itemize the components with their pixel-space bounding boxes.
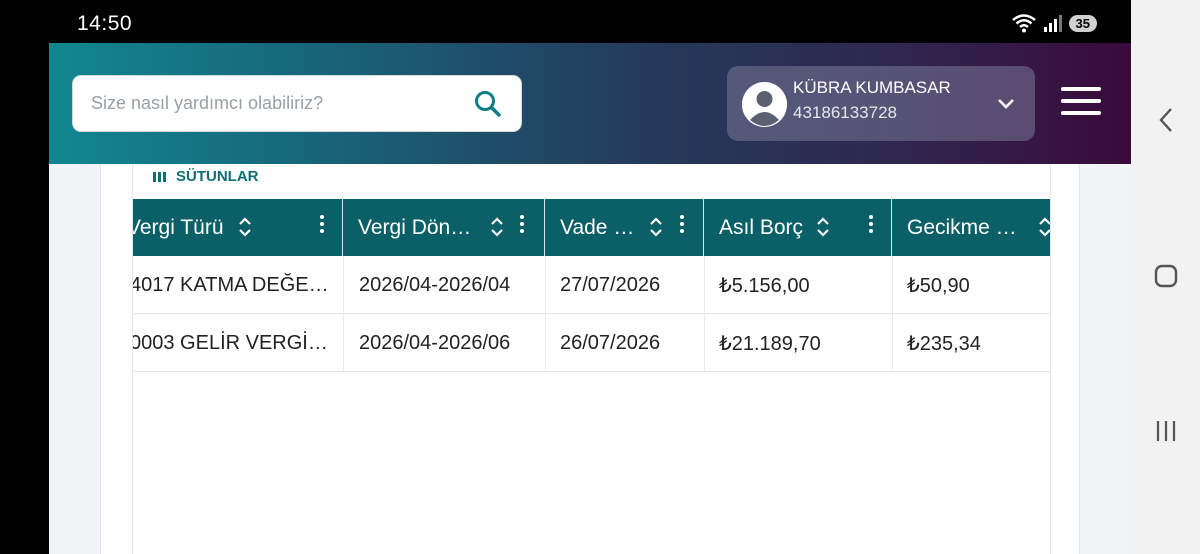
- user-id: 43186133728: [793, 103, 898, 122]
- cell-vade: 27/07/2026: [560, 273, 661, 296]
- cell-asil-borc: ₺21.189,70: [719, 332, 821, 355]
- cell-vergi-donemi: 2026/04-2026/06: [359, 331, 511, 354]
- sort-icon[interactable]: [1037, 215, 1051, 239]
- recents-icon[interactable]: [1151, 416, 1181, 446]
- home-icon[interactable]: [1151, 261, 1181, 291]
- columns-icon: [153, 171, 166, 182]
- column-header-label: Asıl Borç: [719, 215, 804, 239]
- cell-asil-borc: ₺5.156,00: [719, 274, 810, 297]
- sort-icon[interactable]: [815, 215, 831, 239]
- app-header: KÜBRA KUMBASAR 43186133728: [49, 43, 1131, 164]
- signal-icon: [1043, 15, 1062, 32]
- search-box[interactable]: [72, 75, 522, 132]
- cell-vade: 26/07/2026: [560, 331, 661, 354]
- kebab-icon[interactable]: [519, 215, 525, 239]
- cell-gecikme: ₺235,34: [907, 332, 981, 355]
- table-row[interactable]: 0003 GELİR VERGİ… 2026/04-2026/06 26/07/…: [132, 314, 1050, 372]
- menu-icon[interactable]: [1061, 87, 1103, 121]
- wifi-icon: [1011, 14, 1036, 33]
- status-icons: 35: [1011, 13, 1097, 33]
- kebab-icon[interactable]: [679, 215, 685, 239]
- column-header-label: Gecikme …: [907, 215, 1017, 239]
- cell-vergi-donemi: 2026/04-2026/04: [359, 273, 511, 296]
- column-header-label: Vergi Dön…: [358, 215, 472, 239]
- column-header-label: Vade …: [560, 215, 635, 239]
- left-bezel: [0, 0, 49, 554]
- columns-button-label: SÜTUNLAR: [176, 168, 259, 185]
- user-name: KÜBRA KUMBASAR: [793, 78, 951, 97]
- data-table: SÜTUNLAR Vergi Türü Vergi Dön… Vade … As…: [132, 164, 1051, 554]
- cell-vergi-turu: 0003 GELİR VERGİ…: [132, 331, 328, 354]
- status-time: 14:50: [77, 12, 133, 35]
- search-icon[interactable]: [473, 89, 503, 119]
- table-card: SÜTUNLAR Vergi Türü Vergi Dön… Vade … As…: [100, 164, 1080, 554]
- column-header-gecikme[interactable]: Gecikme …: [892, 199, 1051, 256]
- status-bar: 14:50 35: [49, 0, 1131, 43]
- search-input[interactable]: [91, 76, 461, 131]
- back-icon[interactable]: [1151, 105, 1181, 135]
- kebab-icon[interactable]: [319, 215, 325, 239]
- system-nav-bar: [1131, 0, 1200, 554]
- columns-button[interactable]: SÜTUNLAR: [153, 168, 259, 185]
- user-profile-card[interactable]: KÜBRA KUMBASAR 43186133728: [727, 66, 1035, 141]
- kebab-icon[interactable]: [868, 215, 874, 239]
- sort-icon[interactable]: [648, 215, 664, 239]
- table-header: Vergi Türü Vergi Dön… Vade … Asıl Borç G…: [132, 199, 1051, 256]
- battery-indicator: 35: [1068, 14, 1097, 32]
- sort-icon[interactable]: [489, 215, 505, 239]
- sort-icon[interactable]: [237, 215, 253, 239]
- column-header-vade[interactable]: Vade …: [545, 199, 704, 256]
- column-header-asil-borc[interactable]: Asıl Borç: [704, 199, 892, 256]
- column-header-vergi-turu[interactable]: Vergi Türü: [132, 199, 343, 256]
- column-header-vergi-donemi[interactable]: Vergi Dön…: [343, 199, 545, 256]
- chevron-down-icon[interactable]: [994, 92, 1018, 116]
- column-header-label: Vergi Türü: [132, 215, 224, 239]
- cell-vergi-turu: 4017 KATMA DEĞE…: [132, 273, 329, 296]
- content-area: SÜTUNLAR Vergi Türü Vergi Dön… Vade … As…: [49, 164, 1131, 554]
- avatar-icon: [742, 82, 787, 127]
- table-row[interactable]: 4017 KATMA DEĞE… 2026/04-2026/04 27/07/2…: [132, 256, 1050, 314]
- cell-gecikme: ₺50,90: [907, 274, 970, 297]
